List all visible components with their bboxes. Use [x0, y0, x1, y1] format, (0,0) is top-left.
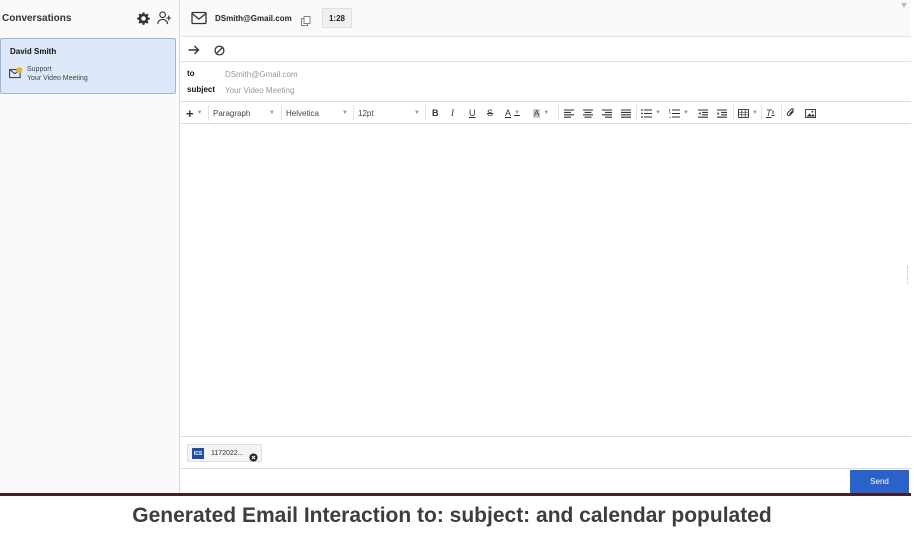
toolbar-divider [781, 105, 782, 121]
to-label: to [187, 69, 195, 78]
numbered-list-icon[interactable]: ▼ [669, 106, 689, 120]
attachment-paperclip-icon[interactable] [786, 106, 796, 120]
mail-icon [191, 11, 207, 25]
sidebar: Conversations David Smith Support Your V… [0, 0, 180, 493]
chevron-down-icon: ▼ [414, 110, 420, 116]
toolbar-divider [636, 105, 637, 121]
outdent-icon[interactable] [698, 106, 708, 120]
resize-handle[interactable] [907, 266, 911, 284]
toolbar-divider [208, 105, 209, 121]
scroll-up-icon[interactable]: ▼ [897, 0, 911, 10]
sidebar-title: Conversations [2, 13, 72, 24]
paragraph-value: Paragraph [213, 108, 251, 118]
indent-icon[interactable] [717, 106, 727, 120]
bullet-list-icon[interactable]: ▼ [641, 106, 661, 120]
align-right-icon[interactable] [602, 106, 612, 120]
underline-icon[interactable]: U [469, 106, 476, 120]
calendar-file-icon: ICS [192, 448, 204, 459]
font-size-dropdown[interactable]: 12pt ▼ [358, 106, 422, 120]
chevron-down-icon: ▼ [342, 110, 348, 116]
attachment-name: 1172022... [211, 450, 244, 457]
subject-label: subject [187, 85, 216, 94]
highlight-color-icon[interactable]: A ▼ [533, 106, 549, 120]
text-color-icon[interactable]: A ▼ [505, 106, 520, 120]
gear-icon[interactable] [135, 10, 151, 26]
bold-icon[interactable]: B [432, 106, 439, 120]
contact-address: DSmith@Gmail.com [215, 14, 292, 23]
align-justify-icon[interactable] [621, 106, 631, 120]
divider-rule [0, 493, 911, 496]
insert-image-icon[interactable] [805, 106, 816, 120]
editor-toolbar: + ▼ Paragraph ▼ Helvetica ▼ 12pt ▼ B I U … [181, 102, 911, 124]
conversation-channel: Support [27, 66, 52, 73]
compose-footer: Send [181, 470, 911, 493]
font-family-value: Helvetica [286, 108, 319, 118]
to-field[interactable] [225, 68, 895, 80]
interaction-timer: 1:28 [322, 8, 352, 28]
action-bar [181, 38, 911, 62]
forward-arrow-icon[interactable] [186, 42, 202, 58]
interaction-header: DSmith@Gmail.com 1:28 ▼ [181, 0, 911, 37]
table-icon[interactable]: ▼ [738, 106, 758, 120]
image-caption: Generated Email Interaction to: subject:… [132, 504, 772, 527]
remove-attachment-icon[interactable] [249, 449, 258, 462]
paragraph-dropdown[interactable]: Paragraph ▼ [213, 106, 277, 120]
sidebar-header: Conversations [0, 0, 180, 37]
align-center-icon[interactable] [583, 106, 593, 120]
send-button[interactable]: Send [850, 470, 909, 493]
insert-plus-icon[interactable]: + ▼ [186, 106, 203, 121]
clear-format-icon[interactable]: Tx [766, 106, 775, 120]
strikethrough-icon[interactable]: S [487, 106, 493, 120]
italic-icon[interactable]: I [451, 106, 454, 120]
attachment-chip[interactable]: ICS 1172022... [187, 444, 262, 462]
align-left-icon[interactable] [564, 106, 574, 120]
email-compose: DSmith@Gmail.com 1:28 ▼ to subject +▼ [181, 0, 911, 493]
font-size-value: 12pt [358, 108, 374, 118]
add-person-icon[interactable] [156, 10, 172, 26]
conversation-name: David Smith [10, 47, 57, 56]
toolbar-divider [558, 105, 559, 121]
toolbar-divider [733, 105, 734, 121]
font-family-dropdown[interactable]: Helvetica ▼ [286, 106, 350, 120]
mail-badge-icon [9, 66, 23, 79]
attachments-area: ICS 1172022... [181, 436, 911, 469]
address-fields: to subject [181, 62, 911, 102]
toolbar-divider [281, 105, 282, 121]
conversation-item[interactable]: David Smith Support Your Video Meeting [0, 38, 176, 94]
copy-icon[interactable] [301, 13, 311, 26]
toolbar-divider [425, 105, 426, 121]
toolbar-divider [353, 105, 354, 121]
email-app: Conversations David Smith Support Your V… [0, 0, 914, 493]
cancel-icon[interactable] [211, 42, 227, 58]
chevron-down-icon: ▼ [269, 110, 275, 116]
subject-field[interactable] [225, 84, 895, 96]
conversation-subject: Your Video Meeting [27, 75, 88, 82]
toolbar-divider [761, 105, 762, 121]
message-body-editor[interactable] [181, 124, 911, 436]
